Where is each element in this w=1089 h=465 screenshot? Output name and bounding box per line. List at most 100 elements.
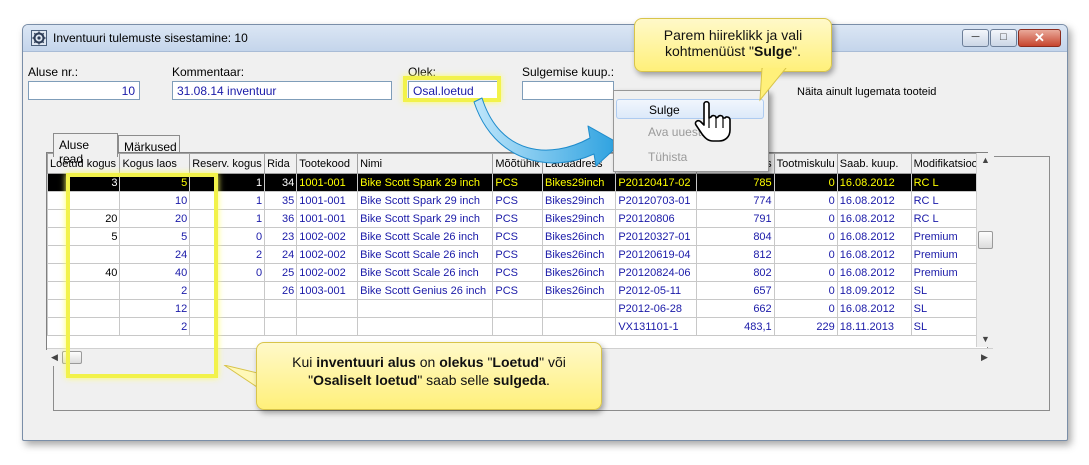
table-cell[interactable]: 25 bbox=[264, 263, 298, 282]
table-cell[interactable]: 26 bbox=[264, 281, 298, 300]
table-cell[interactable]: PCS bbox=[492, 263, 543, 282]
table-cell[interactable]: P2012-05-11 bbox=[615, 281, 697, 300]
table-cell[interactable] bbox=[492, 299, 543, 318]
table-cell[interactable]: Bikes29inch bbox=[541, 209, 617, 228]
table-cell[interactable]: 16.08.2012 bbox=[836, 245, 912, 264]
table-cell[interactable] bbox=[296, 317, 359, 336]
table-cell[interactable]: 804 bbox=[695, 227, 775, 246]
table-cell[interactable]: PCS bbox=[492, 191, 543, 210]
table-cell[interactable]: 0 bbox=[773, 227, 838, 246]
menu-item-tuhista[interactable]: Tühista bbox=[616, 147, 764, 167]
table-cell[interactable]: 16.08.2012 bbox=[836, 227, 912, 246]
table-cell[interactable]: 0 bbox=[773, 299, 838, 318]
table-cell[interactable]: P2012-06-28 bbox=[615, 299, 697, 318]
show-only-unread-label[interactable]: Näita ainult lugemata tooteid bbox=[797, 86, 936, 98]
column-header[interactable]: Tootekood bbox=[296, 153, 359, 174]
table-cell[interactable]: PCS bbox=[492, 245, 543, 264]
minimize-button[interactable]: ─ bbox=[962, 29, 989, 47]
table-cell[interactable]: P20120824-06 bbox=[615, 263, 697, 282]
table-cell[interactable]: 0 bbox=[773, 245, 838, 264]
table-cell[interactable]: 16.08.2012 bbox=[836, 209, 912, 228]
table-cell[interactable] bbox=[492, 317, 543, 336]
table-cell[interactable]: P20120806 bbox=[615, 209, 697, 228]
table-cell[interactable]: 802 bbox=[695, 263, 775, 282]
table-cell[interactable]: Bike Scott Scale 26 inch bbox=[357, 227, 494, 246]
table-cell[interactable]: 36 bbox=[264, 209, 298, 228]
table-cell[interactable] bbox=[264, 299, 298, 318]
table-cell[interactable]: P20120417-02 bbox=[615, 173, 697, 192]
table-cell[interactable] bbox=[541, 317, 617, 336]
table-cell[interactable]: 35 bbox=[264, 191, 298, 210]
close-button[interactable]: ✕ bbox=[1018, 29, 1061, 47]
table-cell[interactable]: 24 bbox=[264, 245, 298, 264]
table-cell[interactable]: 662 bbox=[695, 299, 775, 318]
table-cell[interactable]: P20120703-01 bbox=[615, 191, 697, 210]
table-cell[interactable]: Bike Scott Scale 26 inch bbox=[357, 263, 494, 282]
table-cell[interactable]: Bike Scott Scale 26 inch bbox=[357, 245, 494, 264]
scroll-down-arrow-icon[interactable]: ▼ bbox=[981, 334, 990, 344]
table-cell[interactable]: PCS bbox=[492, 227, 543, 246]
table-cell[interactable]: 18.09.2012 bbox=[836, 281, 912, 300]
table-cell[interactable]: 1002-002 bbox=[296, 227, 359, 246]
menu-item-sulge[interactable]: Sulge bbox=[616, 99, 764, 119]
table-cell[interactable]: VX131101-1 bbox=[615, 317, 697, 336]
column-header[interactable]: Tootmiskulu bbox=[773, 153, 838, 174]
vertical-scrollbar[interactable]: ▲ ▼ bbox=[976, 153, 994, 347]
table-cell[interactable]: 18.11.2013 bbox=[836, 317, 912, 336]
table-cell[interactable]: 0 bbox=[773, 263, 838, 282]
table-cell[interactable]: Bikes26inch bbox=[541, 281, 617, 300]
menu-item-ava-uuesti[interactable]: Ava uuesti bbox=[616, 122, 764, 142]
column-header[interactable]: Kogus laos bbox=[119, 153, 191, 174]
scroll-up-arrow-icon[interactable]: ▲ bbox=[981, 155, 990, 165]
scroll-right-arrow-icon[interactable]: ▶ bbox=[981, 352, 988, 363]
table-cell[interactable]: Bike Scott Spark 29 inch bbox=[357, 173, 494, 192]
table-cell[interactable]: PCS bbox=[492, 173, 543, 192]
table-cell[interactable]: 774 bbox=[695, 191, 775, 210]
table-cell[interactable]: Bike Scott Spark 29 inch bbox=[357, 191, 494, 210]
table-cell[interactable]: 1002-002 bbox=[296, 245, 359, 264]
table-cell[interactable]: Bikes26inch bbox=[541, 263, 617, 282]
table-cell[interactable]: 16.08.2012 bbox=[836, 191, 912, 210]
scroll-left-arrow-icon[interactable]: ◀ bbox=[51, 352, 58, 363]
table-cell[interactable]: PCS bbox=[492, 281, 543, 300]
table-cell[interactable] bbox=[264, 317, 298, 336]
table-cell[interactable]: 0 bbox=[773, 281, 838, 300]
table-cell[interactable]: 791 bbox=[695, 209, 775, 228]
table-cell[interactable]: 657 bbox=[695, 281, 775, 300]
table-cell[interactable]: 1003-001 bbox=[296, 281, 359, 300]
table-cell[interactable]: Bike Scott Genius 26 inch bbox=[357, 281, 494, 300]
table-cell[interactable]: P20120619-04 bbox=[615, 245, 697, 264]
table-cell[interactable]: 1001-001 bbox=[296, 173, 359, 192]
table-cell[interactable]: 0 bbox=[773, 173, 838, 192]
vertical-scroll-thumb[interactable] bbox=[978, 231, 993, 249]
maximize-button[interactable]: □ bbox=[990, 29, 1017, 47]
table-cell[interactable]: Bikes26inch bbox=[541, 227, 617, 246]
table-cell[interactable] bbox=[357, 317, 494, 336]
table-cell[interactable] bbox=[296, 299, 359, 318]
table-cell[interactable]: 229 bbox=[773, 317, 838, 336]
table-cell[interactable]: 23 bbox=[264, 227, 298, 246]
table-cell[interactable]: 1001-001 bbox=[296, 191, 359, 210]
table-cell[interactable]: 16.08.2012 bbox=[836, 263, 912, 282]
table-cell[interactable]: 0 bbox=[773, 209, 838, 228]
table-cell[interactable]: 1002-002 bbox=[296, 263, 359, 282]
table-cell[interactable]: 16.08.2012 bbox=[836, 173, 912, 192]
table-cell[interactable]: 785 bbox=[695, 173, 775, 192]
table-cell[interactable]: 34 bbox=[264, 173, 298, 192]
table-cell[interactable]: 812 bbox=[695, 245, 775, 264]
table-cell[interactable]: 483,1 bbox=[695, 317, 775, 336]
table-cell[interactable]: Bikes29inch bbox=[541, 191, 617, 210]
table-cell[interactable]: 0 bbox=[773, 191, 838, 210]
table-cell[interactable]: PCS bbox=[492, 209, 543, 228]
table-cell[interactable]: Bike Scott Spark 29 inch bbox=[357, 209, 494, 228]
table-cell[interactable] bbox=[541, 299, 617, 318]
table-cell[interactable]: Bikes29inch bbox=[541, 173, 617, 192]
table-cell[interactable]: 1001-001 bbox=[296, 209, 359, 228]
base-number-field[interactable]: 10 bbox=[28, 81, 140, 100]
column-header[interactable]: Saab. kuup. bbox=[836, 153, 912, 174]
column-header[interactable]: Rida bbox=[264, 153, 298, 174]
table-cell[interactable]: 16.08.2012 bbox=[836, 299, 912, 318]
table-cell[interactable] bbox=[357, 299, 494, 318]
table-cell[interactable]: Bikes26inch bbox=[541, 245, 617, 264]
tab-aluse-read[interactable]: Aluse read bbox=[53, 133, 118, 166]
